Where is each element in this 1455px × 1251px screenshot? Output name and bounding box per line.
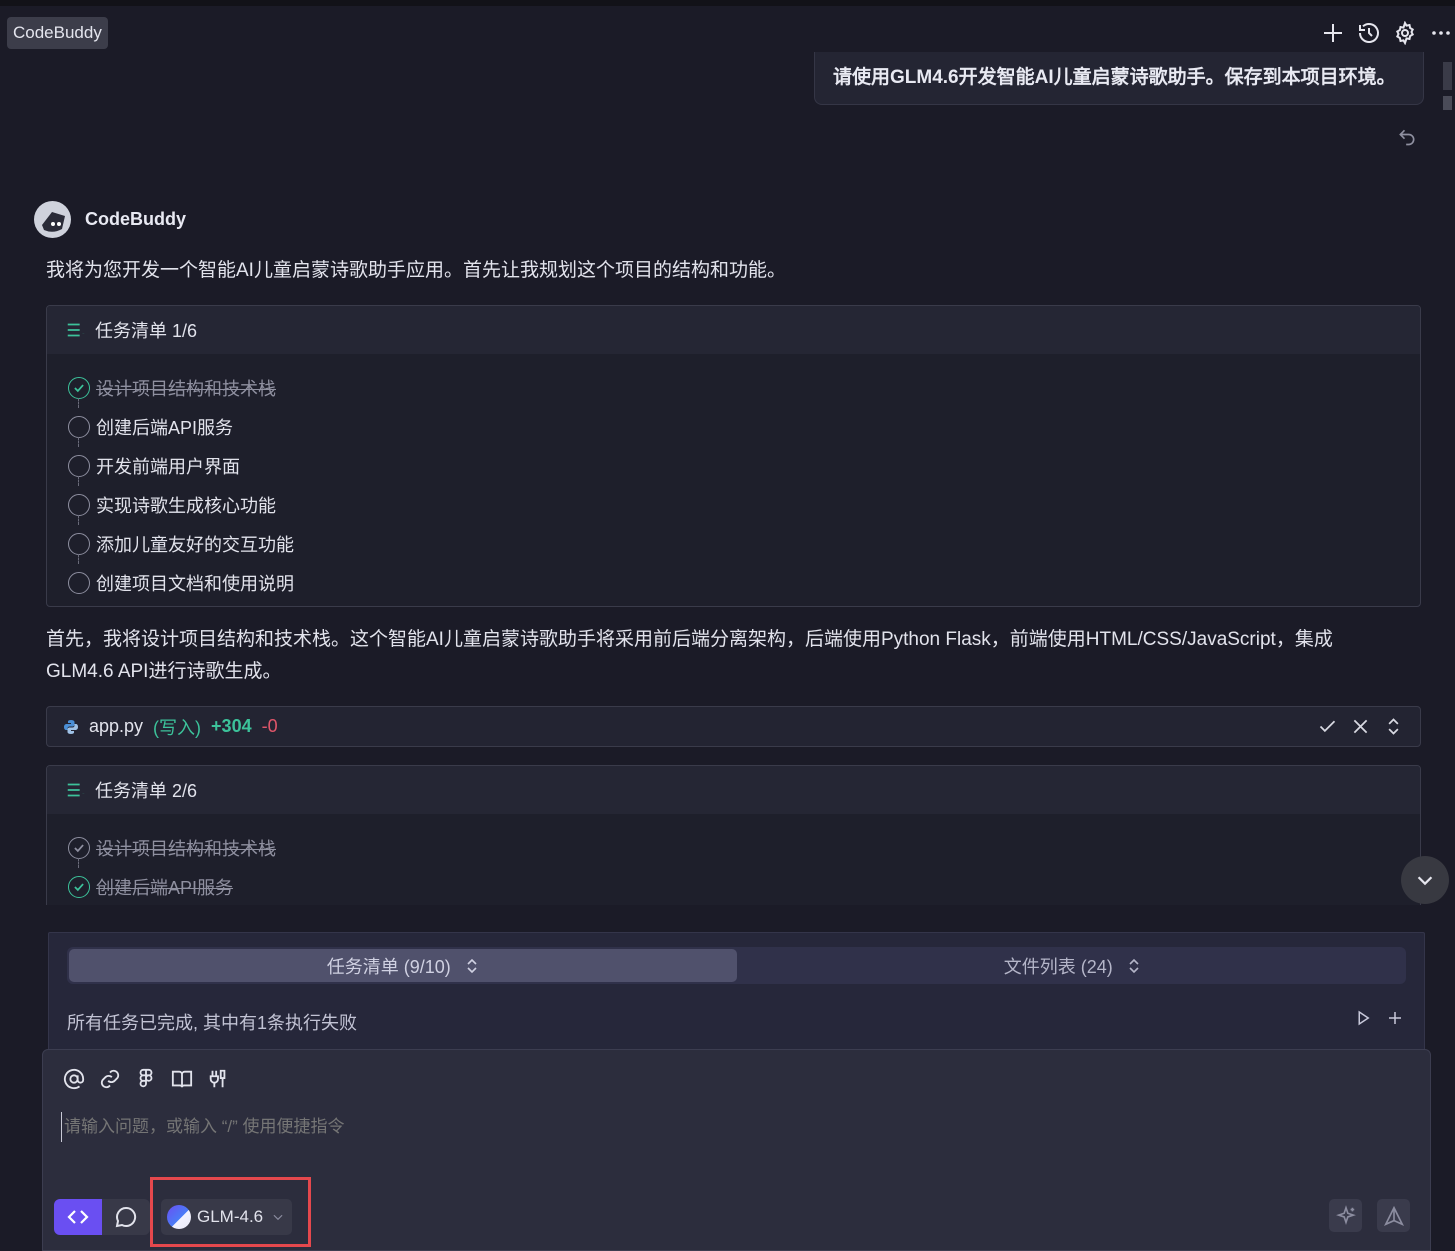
assistant-avatar [34, 201, 71, 238]
composer-toolbar [63, 1068, 229, 1090]
empty-circle-icon [68, 532, 90, 555]
tab-task-list-label: 任务清单 (9/10) [326, 956, 451, 977]
panel-tabs: 任务清单 (9/10) 文件列表 (24) [67, 947, 1406, 984]
task-list-title: 任务清单 2/6 [95, 781, 198, 801]
file-mode: (写入) [153, 717, 202, 738]
task-item: 实现诗歌生成核心功能 [68, 485, 1420, 525]
assistant-paragraph-line: GLM4.6 API进行诗歌生成。 [46, 661, 282, 682]
task-status-text: 所有任务已完成, 其中有1条执行失败 [67, 1013, 358, 1033]
chevron-down-icon [1417, 876, 1433, 886]
task-item: 创建后端API服务 [68, 867, 1420, 906]
assistant-name: CodeBuddy [85, 209, 186, 229]
check-circle-icon [68, 875, 90, 898]
lines-added: +304 [211, 716, 252, 736]
chat-input[interactable] [61, 1112, 1411, 1142]
play-icon[interactable] [1354, 1009, 1372, 1027]
gear-icon [1395, 21, 1415, 45]
add-icon[interactable] [1386, 1009, 1404, 1027]
sort-chevrons-icon [1129, 958, 1139, 973]
tab-file-list-label: 文件列表 (24) [1003, 956, 1113, 977]
chat-mode-button[interactable] [102, 1199, 150, 1235]
task-item: 添加儿童友好的交互功能 [68, 524, 1420, 564]
empty-circle-icon [68, 415, 90, 438]
chat-scrollbar[interactable] [1441, 60, 1455, 905]
sparkle-icon [1335, 1204, 1356, 1225]
mention-at-icon[interactable] [63, 1068, 85, 1090]
empty-circle-icon [68, 571, 90, 594]
empty-circle-icon [68, 454, 90, 477]
code-mode-button[interactable] [54, 1199, 102, 1235]
task-list-title: 任务清单 1/6 [95, 321, 198, 341]
book-icon[interactable] [171, 1068, 193, 1090]
scrollbar-thumb[interactable] [1443, 62, 1452, 90]
check-circle-icon [68, 836, 90, 859]
enhance-prompt-button[interactable] [1329, 1199, 1362, 1232]
chat-bottom-edge [0, 905, 1440, 932]
task-list: 设计项目结构和技术栈 创建后端API服务 开发前端用户界面 实现诗歌生成核心功能… [47, 354, 1420, 602]
chat-bubble-icon [115, 1206, 137, 1228]
expand-chevrons-icon[interactable] [1383, 716, 1404, 737]
more-icon [1432, 31, 1450, 35]
task-item: 设计项目结构和技术栈 [68, 368, 1420, 408]
empty-circle-icon [68, 493, 90, 516]
link-icon[interactable] [99, 1068, 121, 1090]
task-list-header[interactable]: 任务清单 2/6 [47, 766, 1420, 814]
status-actions [1354, 1009, 1404, 1027]
top-strip [0, 0, 1455, 6]
more-button[interactable] [1427, 18, 1455, 48]
task-summary-panel: 任务清单 (9/10) 文件列表 (24) 所有任务已完成, 其中有1条执行失败 [48, 932, 1425, 1052]
task-list: 设计项目结构和技术栈 创建后端API服务 [47, 814, 1420, 906]
task-list-card-1: 任务清单 1/6 设计项目结构和技术栈 创建后端API服务 开发前端用户界面 实… [46, 305, 1421, 607]
new-chat-button[interactable] [1319, 18, 1347, 48]
task-item: 创建项目文档和使用说明 [68, 563, 1420, 602]
app-title-tab[interactable]: CodeBuddy [7, 17, 108, 49]
accept-check-icon[interactable] [1317, 716, 1338, 737]
list-icon [67, 783, 85, 797]
file-change-row[interactable]: app.py (写入) +304 -0 [46, 706, 1421, 747]
tab-file-list[interactable]: 文件列表 (24) [739, 947, 1407, 984]
reject-close-icon[interactable] [1350, 716, 1371, 737]
task-item: 设计项目结构和技术栈 [68, 828, 1420, 868]
user-message: 请使用GLM4.6开发智能AI儿童启蒙诗歌助手。保存到本项目环境。 [814, 52, 1424, 105]
list-icon [67, 323, 85, 337]
send-button[interactable] [1377, 1199, 1410, 1232]
figma-icon[interactable] [135, 1068, 157, 1090]
file-name[interactable]: app.py [89, 716, 143, 737]
send-icon [1383, 1205, 1404, 1226]
header-actions [1319, 18, 1455, 48]
task-item: 开发前端用户界面 [68, 446, 1420, 486]
codebuddy-logo-icon [41, 211, 65, 232]
undo-icon[interactable] [1397, 127, 1417, 147]
assistant-paragraph-line: 首先，我将设计项目结构和技术栈。这个智能AI儿童启蒙诗歌助手将采用前后端分离架构… [46, 629, 1333, 650]
history-icon [1359, 23, 1379, 43]
code-brackets-icon [67, 1210, 89, 1224]
sort-chevrons-icon [467, 958, 477, 973]
plus-icon [1324, 24, 1342, 42]
scroll-to-bottom-button[interactable] [1401, 856, 1449, 904]
tab-task-list[interactable]: 任务清单 (9/10) [69, 949, 737, 982]
plugin-icon[interactable] [207, 1068, 229, 1090]
history-button[interactable] [1355, 18, 1383, 48]
assistant-header: CodeBuddy [34, 201, 186, 238]
model-highlight-box [150, 1177, 311, 1247]
scrollbar-thumb-marker [1443, 96, 1452, 110]
assistant-intro: 我将为您开发一个智能AI儿童启蒙诗歌助手应用。首先让我规划这个项目的结构和功能。 [46, 260, 786, 281]
lines-removed: -0 [261, 716, 278, 736]
settings-button[interactable] [1391, 18, 1419, 48]
task-list-header[interactable]: 任务清单 1/6 [47, 306, 1420, 354]
check-circle-icon [68, 376, 90, 399]
task-item: 创建后端API服务 [68, 407, 1420, 447]
python-icon [64, 719, 78, 734]
file-actions [1317, 716, 1404, 737]
task-list-card-2: 任务清单 2/6 设计项目结构和技术栈 创建后端API服务 [46, 765, 1421, 925]
